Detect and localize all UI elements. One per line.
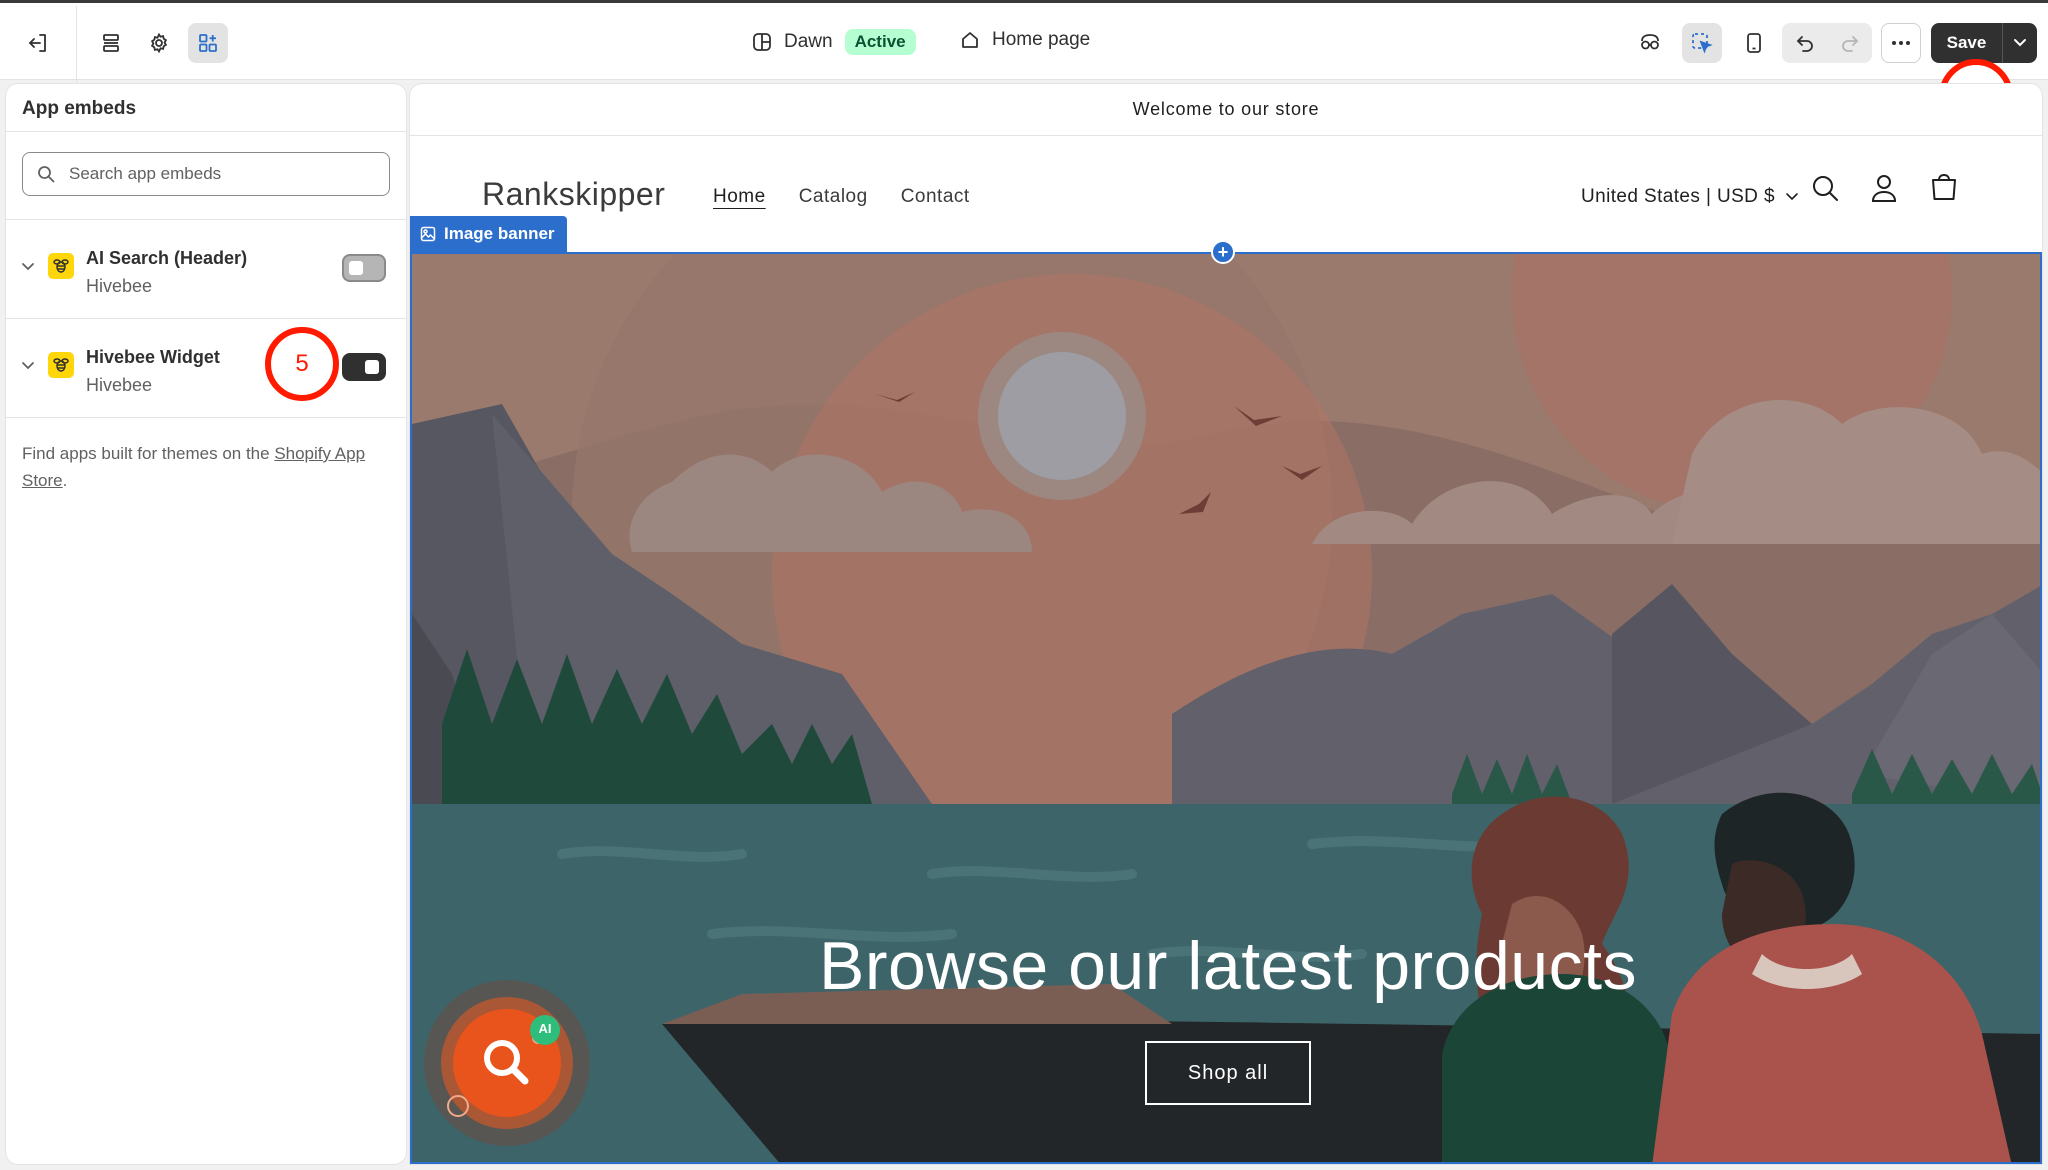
store-header: Rankskipper Home Catalog Contact United … [410,136,2042,252]
panel-footer: Find apps built for themes on the Shopif… [6,418,406,516]
more-actions-button[interactable] [1881,23,1921,63]
select-mode-button[interactable] [1682,23,1722,63]
app-embed-row[interactable]: AI Search (Header) Hivebee [6,220,406,319]
app-embeds-panel: App embeds AI Search (Header) Hivebee Hi… [6,84,406,1164]
chevron-down-icon[interactable] [20,357,36,373]
panel-title: App embeds [6,84,406,132]
app-name: AI Search (Header) [86,248,248,268]
search-icon[interactable] [1811,174,1839,202]
search-wrap [6,132,406,220]
app-toggle-on[interactable] [342,353,386,381]
sections-icon [103,34,119,52]
redo-icon [1841,36,1858,52]
redo-button[interactable] [1827,23,1872,63]
hero-title: Browse our latest products [818,928,1638,1004]
search-box[interactable] [22,152,390,196]
chevron-down-icon [1786,193,1798,201]
cart-icon[interactable] [1930,174,1958,202]
app-embeds-button[interactable] [188,23,228,63]
undo-button[interactable] [1782,23,1827,63]
store-preview: Welcome to our store Rankskipper Home Ca… [410,84,2042,1164]
mobile-preview-button[interactable] [1734,23,1774,63]
home-icon [962,32,978,48]
bee-icon [48,253,74,279]
editor-topbar: Dawn Active Home page Save [0,0,2048,83]
apps-icon [199,34,217,52]
topbar-divider [76,6,77,83]
bee-icon [48,352,74,378]
footer-end: . [62,471,68,490]
footer-text: Find apps built for themes on the [22,444,275,463]
theme-selector[interactable]: Dawn Active [752,29,916,55]
app-name: Hivebee Widget [86,347,220,367]
page-name: Home page [992,29,1091,50]
add-section-icon[interactable]: + [1211,240,1235,264]
app-toggle-off[interactable] [342,254,386,282]
nav-catalog[interactable]: Catalog [799,186,868,208]
nav-home[interactable]: Home [713,186,766,208]
app-vendor: Hivebee [86,276,153,296]
save-options-button[interactable] [2003,23,2037,63]
save-group: Save [1931,23,2037,63]
chevron-down-icon [2014,39,2026,47]
announcement-bar: Welcome to our store [410,84,2042,136]
nav-contact[interactable]: Contact [901,186,970,208]
chevron-down-icon[interactable] [20,258,36,274]
save-button[interactable]: Save [1931,23,2003,63]
exit-button[interactable] [18,23,58,63]
page-selector[interactable]: Home page [960,29,1090,51]
section-tag-label: Image banner [444,224,555,243]
inspector-button[interactable] [1630,23,1670,63]
store-logo[interactable]: Rankskipper [482,176,665,213]
store-nav: Home Catalog Contact [713,186,970,208]
app-vendor: Hivebee [86,375,153,395]
search-input[interactable] [69,164,369,184]
sections-button[interactable] [91,23,131,63]
ai-search-fab[interactable] [424,980,590,1146]
currency-label: United States | USD $ [1581,186,1775,207]
step-marker-5: 5 [265,327,339,401]
gear-icon [150,32,168,54]
currency-selector[interactable]: United States | USD $ [1581,186,1799,208]
mobile-icon [1747,33,1761,53]
ai-badge: AI [538,1021,552,1036]
more-icon [1892,41,1910,45]
layout-icon [753,33,771,51]
history-controls [1782,23,1872,63]
app-embed-row[interactable]: Hivebee Widget Hivebee [6,319,406,418]
hero-illustration [412,254,2040,1162]
theme-status-badge: Active [844,29,916,55]
undo-icon [1796,36,1813,52]
image-banner[interactable]: Browse our latest products Shop all [410,252,2042,1164]
search-icon [38,166,55,183]
glasses-icon [1641,34,1659,50]
cursor-select-icon [1692,33,1713,54]
image-icon [420,226,436,242]
theme-name: Dawn [784,31,833,52]
exit-icon [29,34,46,52]
shop-all-button[interactable]: Shop all [1145,1041,1311,1105]
account-icon[interactable] [1870,174,1898,202]
section-tag[interactable]: Image banner [410,216,567,252]
theme-settings-button[interactable] [139,23,179,63]
